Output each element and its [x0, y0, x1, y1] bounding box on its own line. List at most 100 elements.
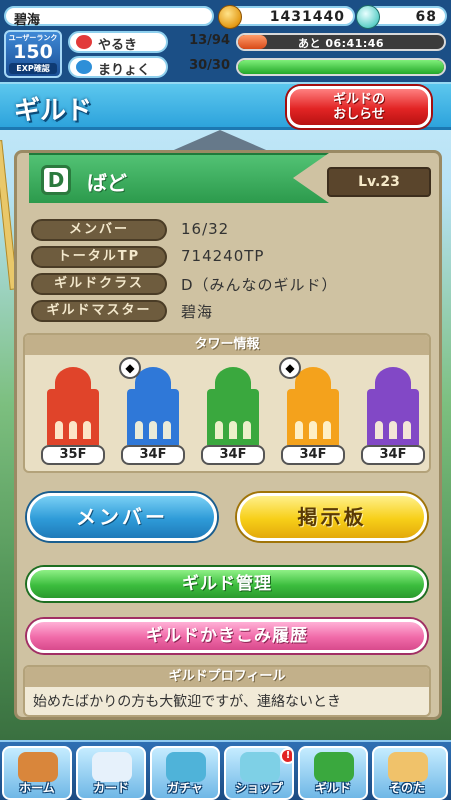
- info-row-guild-class: ギルドクラス D（みんなのギルド）: [31, 273, 431, 295]
- tower-info-panel: タワー情報 35F ◆ 34F 34F ◆ 34F 34F: [23, 333, 431, 473]
- stamina-value: 13/94: [189, 33, 230, 48]
- tower-window: [375, 421, 383, 439]
- nav-guild-label: ギルド: [314, 781, 351, 795]
- tower-floor: 35F: [41, 445, 105, 465]
- guild-icon: [314, 752, 354, 782]
- coin-value: 1431440: [269, 9, 345, 25]
- guild-profile-text: 始めたばかりの方も大歓迎ですが、連絡ないとき: [33, 694, 341, 710]
- info-value: 714240TP: [181, 247, 265, 265]
- guild-notice-line1: ギルドの: [332, 92, 385, 107]
- guild-notice-button[interactable]: ギルドの おしらせ: [287, 86, 431, 128]
- info-label: ギルドクラス: [31, 273, 167, 295]
- guild-profile-box[interactable]: ギルドプロフィール 始めたばかりの方も大歓迎ですが、連絡ないとき: [23, 665, 431, 717]
- tower-building: [367, 389, 419, 445]
- nav-gacha-label: ガチャ: [167, 781, 203, 795]
- other-icon: [388, 752, 428, 782]
- guild-profile-header: ギルドプロフィール: [25, 667, 429, 687]
- gacha-icon: [166, 752, 206, 782]
- guild-class-badge: D: [41, 165, 71, 195]
- stamina-label: やるき: [98, 38, 138, 53]
- tower-window: [295, 421, 303, 439]
- tower-window: [55, 421, 63, 439]
- guild-info-panel: D ばど Lv.23 メンバー 16/32 トータルTP 714240TP ギル…: [14, 150, 442, 720]
- stamina-max: 94: [211, 33, 230, 48]
- coin-icon: [218, 5, 242, 29]
- exp-check-label: EXP確認: [9, 63, 57, 74]
- tower-red[interactable]: 35F: [37, 359, 109, 467]
- mana-bar: [236, 58, 446, 76]
- coin-counter[interactable]: 1431440: [218, 5, 355, 29]
- nav-gacha[interactable]: ガチャ: [150, 746, 220, 800]
- tower-floor: 34F: [201, 445, 265, 465]
- nav-home[interactable]: ホーム: [2, 746, 72, 800]
- tower-window: [243, 421, 251, 439]
- tower-floor: 34F: [281, 445, 345, 465]
- stamina-label-pill: やるき: [68, 31, 168, 53]
- tower-purple[interactable]: 34F: [357, 359, 429, 467]
- stamina-timer: あと 06:41:46: [298, 37, 385, 50]
- stamina-icon: [76, 35, 92, 49]
- tower-window: [149, 421, 157, 439]
- mana-current: 30: [189, 58, 208, 73]
- stamina-row: やるき 13/94 あと 06:41:46: [68, 31, 446, 53]
- info-label: メンバー: [31, 219, 167, 241]
- shop-alert-icon: !: [280, 748, 292, 764]
- member-button[interactable]: メンバー: [27, 493, 217, 541]
- tower-info-header: タワー情報: [25, 335, 429, 355]
- card-icon: [92, 752, 132, 782]
- stamina-bar: あと 06:41:46: [236, 33, 446, 51]
- player-name-pill: 碧海: [4, 6, 214, 28]
- pentagon-badge-icon: ◆: [279, 357, 301, 379]
- mana-label: まりょく: [98, 63, 151, 78]
- nav-guild[interactable]: ギルド: [298, 746, 368, 800]
- tower-building: [287, 389, 339, 445]
- tower-window: [163, 421, 171, 439]
- gem-icon: [356, 5, 380, 29]
- tower-building: [47, 389, 99, 445]
- tower-building: [127, 389, 179, 445]
- stamina-bar-fill: [238, 35, 267, 49]
- nav-other[interactable]: そのた: [372, 746, 448, 800]
- info-value: D（みんなのギルド）: [181, 276, 338, 294]
- info-row-total-tp: トータルTP 714240TP: [31, 246, 431, 268]
- guild-name: ばど: [87, 171, 127, 195]
- guild-management-button[interactable]: ギルド管理: [27, 567, 427, 601]
- tower-window: [323, 421, 331, 439]
- gem-value: 68: [415, 9, 437, 25]
- info-row-guild-master: ギルドマスター 碧海: [31, 300, 431, 322]
- tower-blue[interactable]: ◆ 34F: [117, 357, 189, 467]
- nav-shop[interactable]: ! ショップ: [224, 746, 294, 800]
- info-label: トータルTP: [31, 246, 167, 268]
- mana-value: 30/30: [189, 58, 230, 73]
- pentagon-badge-icon: ◆: [119, 357, 141, 379]
- nav-other-label: そのた: [388, 781, 425, 795]
- guild-level: Lv.23: [327, 167, 431, 197]
- bulletin-board-button[interactable]: 掲示板: [237, 493, 427, 541]
- tower-yellow[interactable]: ◆ 34F: [277, 357, 349, 467]
- nav-shop-label: ショップ: [234, 781, 283, 795]
- bottom-navigation: ホーム カード ガチャ ! ショップ ギルド そのた: [0, 740, 451, 800]
- mana-row: まりょく 30/30: [68, 56, 446, 78]
- info-label: ギルドマスター: [31, 300, 167, 322]
- tower-window: [135, 421, 143, 439]
- gem-counter[interactable]: 68: [356, 5, 447, 29]
- home-icon: [18, 752, 58, 782]
- tower-building: [207, 389, 259, 445]
- user-rank-box[interactable]: ユーザーランク 150 EXP確認: [4, 30, 62, 78]
- status-bar: 碧海 1431440 68 ユーザーランク 150 EXP確認 やるき 13/9…: [0, 0, 451, 82]
- guild-post-history-button[interactable]: ギルドかきこみ履歴: [27, 619, 427, 653]
- tower-window: [389, 421, 397, 439]
- nav-home-label: ホーム: [19, 781, 55, 795]
- rank-value: 150: [13, 41, 53, 63]
- page-header: ギルド ギルドの おしらせ: [0, 84, 451, 130]
- tower-window: [69, 421, 77, 439]
- info-row-members: メンバー 16/32: [31, 219, 431, 241]
- nav-card[interactable]: カード: [76, 746, 146, 800]
- mana-icon: [76, 60, 92, 74]
- mana-label-pill: まりょく: [68, 56, 168, 78]
- guild-name-banner: D ばど: [29, 153, 329, 203]
- tower-window: [309, 421, 317, 439]
- page-title: ギルド: [14, 96, 93, 126]
- tower-window: [215, 421, 223, 439]
- tower-green[interactable]: 34F: [197, 359, 269, 467]
